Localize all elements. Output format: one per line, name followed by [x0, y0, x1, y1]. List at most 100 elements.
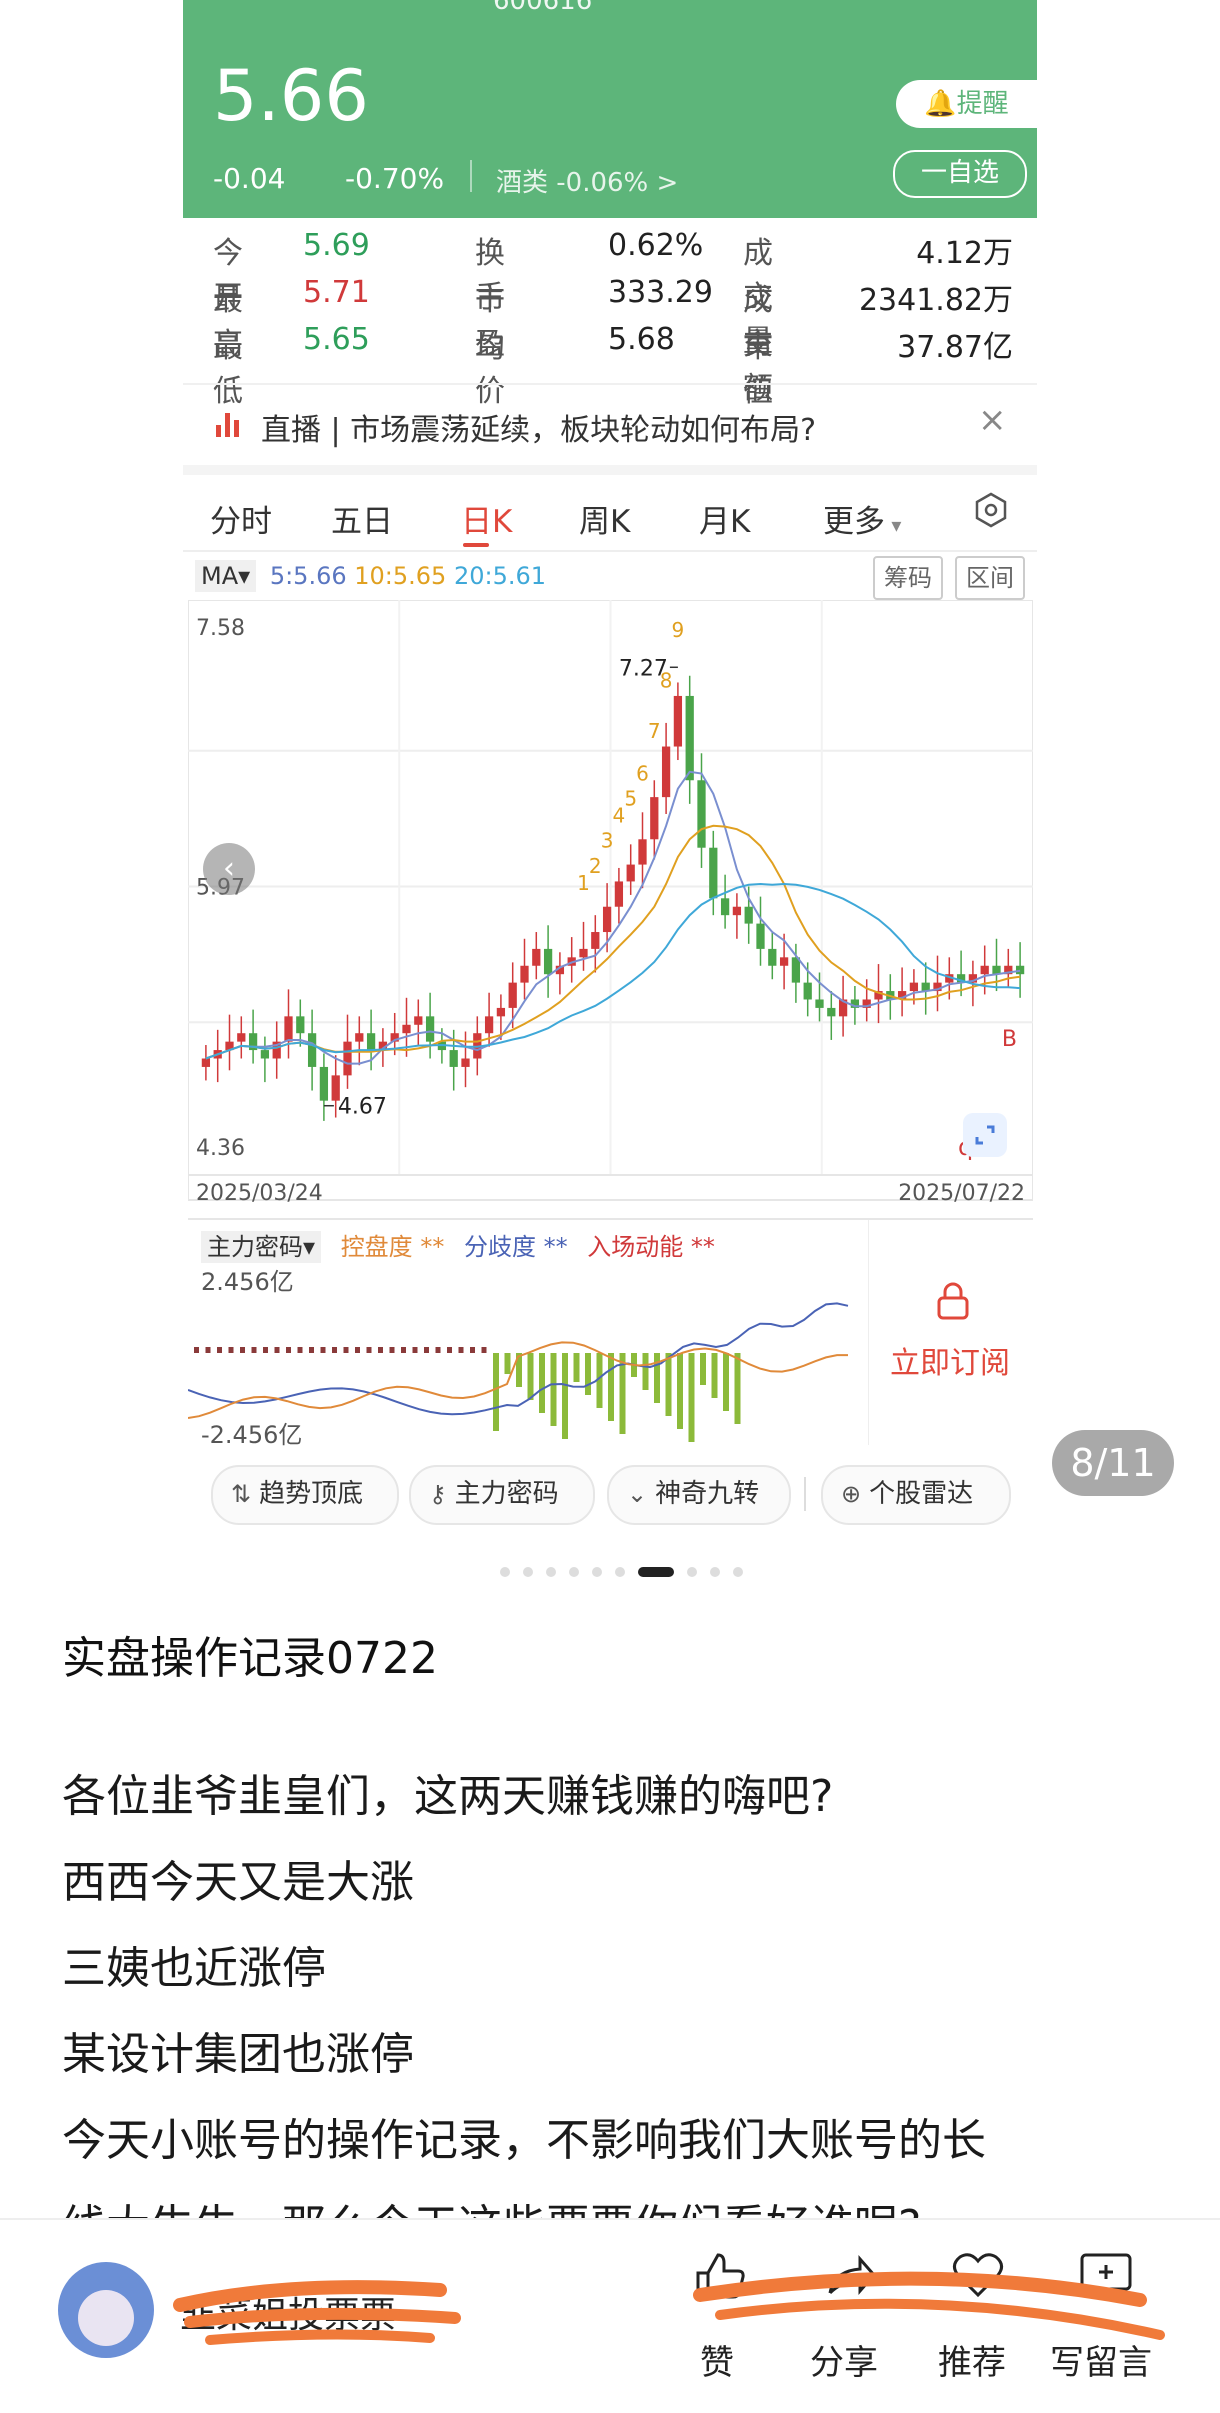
momentum-bar — [274, 1347, 280, 1353]
nine-turn-label: 6 — [636, 761, 649, 785]
momentum-bar — [711, 1353, 718, 1398]
momentum-bar — [251, 1347, 257, 1353]
candle — [461, 1058, 470, 1067]
candlestick-chart[interactable]: 7.585.974.362025/03/242025/07/227.274.67… — [188, 600, 1033, 1220]
quote-header: 600616 5.66 -0.04 -0.70% 酒类 -0.06% > 🔔提醒… — [183, 0, 1037, 218]
stock-code: 600616 — [493, 0, 593, 16]
candle — [307, 1033, 317, 1067]
subscribe-lock-panel[interactable] — [868, 1220, 1034, 1445]
previous-arrow-icon[interactable]: ‹ — [203, 843, 255, 895]
candle — [343, 1041, 352, 1076]
candle — [720, 898, 730, 916]
carousel-dot[interactable] — [569, 1566, 579, 1577]
price-change: -0.04 — [213, 162, 286, 195]
article-title: 实盘操作记录0722 — [62, 1633, 438, 1684]
stat-value: 5.68 — [608, 322, 675, 357]
tool-nine-turn-button[interactable]: ⌄ 神奇九转 — [607, 1465, 791, 1525]
momentum-bar — [205, 1347, 211, 1353]
divider — [183, 465, 1037, 475]
y-tick-min: 4.36 — [196, 1136, 245, 1161]
live-bars-icon — [216, 413, 242, 437]
candle — [402, 1024, 411, 1034]
tool-main-force-button[interactable]: ⚷ 主力密码 — [409, 1465, 595, 1525]
tab-weekly-k[interactable]: 周K — [579, 496, 630, 541]
candle — [827, 1007, 836, 1017]
sub-indicator-legend: 主力密码▾ 控盘度 ** 分歧度 ** 入场动能 ** — [201, 1227, 715, 1263]
momentum-bar — [608, 1353, 614, 1421]
momentum-bar — [286, 1347, 291, 1353]
sector-link[interactable]: 酒类 -0.06% > — [496, 162, 678, 199]
close-icon[interactable]: × — [978, 400, 1007, 440]
sub-axis-bottom: -2.456亿 — [201, 1421, 303, 1449]
stat-value: 37.87亿 — [897, 330, 1013, 365]
momentum-bar — [562, 1353, 568, 1439]
avatar[interactable] — [58, 2262, 154, 2358]
momentum-bar — [194, 1347, 199, 1353]
momentum-bar — [734, 1353, 741, 1424]
momentum-bar — [366, 1347, 372, 1353]
low-annotation: 4.67 — [338, 1095, 387, 1120]
nine-turn-label: 2 — [589, 854, 602, 878]
candle — [685, 695, 694, 781]
current-price: 5.66 — [213, 55, 369, 137]
carousel-dot[interactable] — [733, 1566, 743, 1577]
article-line: 各位韭爷韭皇们，这两天赚钱赚的嗨吧? — [62, 1771, 834, 1822]
candle — [791, 957, 801, 983]
chips-button[interactable]: 筹码 — [873, 556, 943, 600]
momentum-bar — [217, 1347, 222, 1353]
carousel-dots[interactable] — [500, 1561, 756, 1577]
tab-more[interactable]: 更多 ▾ — [823, 496, 901, 541]
share-label[interactable]: 分享 — [810, 2335, 878, 2384]
recommend-label[interactable]: 推荐 — [938, 2335, 1006, 2384]
stat-value: 333.29 — [608, 275, 713, 310]
carousel-dot[interactable] — [687, 1566, 697, 1577]
carousel-dot[interactable] — [500, 1566, 510, 1577]
tool-radar-button[interactable]: ⊕ 个股雷达 — [821, 1465, 1011, 1525]
candle — [779, 957, 789, 966]
ma-selector[interactable]: MA▾ — [195, 560, 257, 592]
momentum-bar — [228, 1347, 234, 1353]
carousel-dot[interactable] — [710, 1566, 720, 1577]
candle — [260, 1050, 270, 1059]
tab-daily-k[interactable]: 日K — [461, 496, 512, 541]
sub-indicator-selector[interactable]: 主力密码▾ — [201, 1231, 322, 1263]
comment-label[interactable]: 写留言 — [1050, 2335, 1152, 2384]
remind-button[interactable]: 🔔提醒 — [896, 80, 1037, 128]
tab-intraday[interactable]: 分时 — [210, 496, 272, 541]
watchlist-button[interactable]: 一自选 — [893, 150, 1027, 198]
momentum-bar — [401, 1347, 406, 1353]
article-line: 今天小账号的操作记录，不影响我们大账号的长 — [62, 2115, 986, 2166]
nine-turn-label: 3 — [601, 829, 614, 853]
tab-monthly-k[interactable]: 月K — [699, 496, 750, 541]
carousel-dot[interactable] — [638, 1566, 674, 1577]
divider — [470, 160, 472, 192]
divider — [183, 550, 1037, 552]
carousel-dot[interactable] — [592, 1566, 602, 1577]
tab-five-day[interactable]: 五日 — [331, 496, 393, 541]
candle — [520, 965, 529, 983]
stat-value: 5.65 — [303, 322, 370, 357]
chevron-icon: ⌄ — [627, 1480, 648, 1508]
nine-turn-label: 8 — [660, 669, 673, 693]
scribble-redaction — [173, 2280, 461, 2345]
carousel-dot[interactable] — [523, 1566, 533, 1577]
candle — [284, 1016, 293, 1042]
tool-trend-button[interactable]: ⇅ 趋势顶底 — [211, 1465, 399, 1525]
candle — [661, 746, 671, 798]
candle — [909, 982, 919, 992]
settings-icon[interactable] — [973, 492, 1009, 528]
subscribe-link[interactable]: 立即订阅 — [890, 1338, 1010, 1382]
key-icon: ⚷ — [429, 1480, 447, 1508]
like-label[interactable]: 赞 — [700, 2335, 734, 2384]
candle — [496, 1007, 506, 1017]
ma-legend: MA▾ 5:5.66 10:5.65 20:5.61 — [195, 560, 546, 592]
momentum-bar — [654, 1353, 660, 1403]
momentum-bar — [297, 1347, 303, 1353]
carousel-dot[interactable] — [546, 1566, 556, 1577]
momentum-bar — [332, 1347, 337, 1353]
momentum-bar — [412, 1347, 418, 1353]
carousel-dot[interactable] — [615, 1566, 625, 1577]
stat-value: 5.69 — [303, 228, 370, 263]
range-button[interactable]: 区间 — [955, 556, 1025, 600]
expand-icon[interactable] — [963, 1113, 1007, 1157]
